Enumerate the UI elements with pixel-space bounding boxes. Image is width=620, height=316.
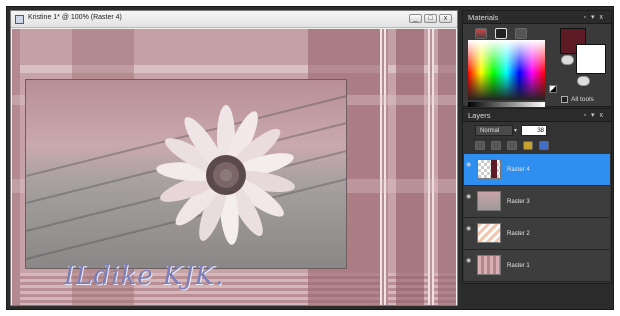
image-canvas[interactable]: ILdike KJK.	[12, 29, 456, 305]
layer-item[interactable]: ◉ Raster 1	[464, 250, 610, 282]
blend-mode-value: Normal	[480, 128, 500, 134]
plaid-band	[428, 29, 434, 305]
layer-item[interactable]: ◉ Raster 3	[464, 186, 610, 218]
reset-colors-icon[interactable]	[549, 85, 557, 93]
layer-thumbnail	[477, 255, 501, 275]
lock-icon[interactable]	[523, 141, 533, 150]
new-layer-icon[interactable]	[539, 141, 549, 150]
opacity-field[interactable]: 38	[521, 125, 547, 136]
flower-photo	[25, 79, 347, 269]
plaid-band	[396, 29, 424, 305]
eye-icon[interactable]: ◉	[466, 161, 473, 168]
eye-icon[interactable]: ◉	[466, 257, 473, 264]
eye-icon[interactable]: ◉	[466, 193, 473, 200]
rainbow-tab-icon[interactable]	[495, 28, 507, 39]
layer-name: Raster 3	[507, 199, 530, 205]
frame-tab-icon[interactable]	[475, 28, 487, 39]
image-window: Kristine 1* @ 100% (Raster 4) _ □ x ILdi…	[10, 10, 458, 306]
chevron-down-icon[interactable]: ▾	[514, 127, 517, 134]
panel-window-controls[interactable]: ▫▾x	[584, 13, 609, 21]
plaid-band	[380, 29, 388, 305]
layer-name: Raster 4	[507, 167, 530, 173]
layer-name: Raster 2	[507, 231, 530, 237]
swatches-tab-icon[interactable]	[515, 28, 527, 39]
close-button[interactable]: x	[439, 14, 452, 23]
materials-panel: Materials ▫▾x All tools	[462, 10, 612, 107]
layer-name: Raster 1	[507, 263, 530, 269]
brush-icon[interactable]	[475, 141, 485, 150]
opacity-value: 38	[537, 128, 544, 134]
texture-toggle-icon[interactable]	[577, 76, 590, 86]
layer-thumbnail	[477, 159, 501, 179]
image-window-title: Kristine 1* @ 100% (Raster 4)	[28, 14, 122, 21]
plaid-band	[438, 29, 456, 305]
maximize-button[interactable]: □	[424, 14, 437, 23]
all-tools-label: All tools	[571, 96, 594, 103]
texture-toggle-icon[interactable]	[561, 55, 574, 65]
color-spectrum[interactable]	[468, 40, 545, 100]
grayscale-strip[interactable]	[468, 102, 545, 107]
image-window-titlebar[interactable]: Kristine 1* @ 100% (Raster 4) _ □ x	[11, 11, 457, 28]
blend-mode-dropdown[interactable]: Normal	[475, 125, 513, 136]
layers-title: Layers	[468, 111, 491, 120]
materials-panel-header: Materials ▫▾x	[463, 11, 611, 24]
plaid-band	[12, 29, 20, 305]
eye-icon[interactable]: ◉	[466, 225, 473, 232]
layer-list: ◉ Raster 4 ◉ Raster 3 ◉ Raster 2 ◉ Raste…	[464, 154, 610, 284]
visibility-icon[interactable]	[491, 141, 501, 150]
all-tools-checkbox[interactable]	[561, 96, 568, 103]
layer-item[interactable]: ◉ Raster 2	[464, 218, 610, 250]
layers-panel-header: Layers ▫▾x	[463, 109, 611, 122]
layer-item[interactable]: ◉ Raster 4	[464, 154, 610, 186]
panel-window-controls[interactable]: ▫▾x	[584, 111, 609, 119]
app-frame: Kristine 1* @ 100% (Raster 4) _ □ x ILdi…	[6, 6, 614, 310]
background-color-swatch[interactable]	[576, 44, 606, 74]
layer-thumbnail	[477, 223, 501, 243]
layer-thumbnail	[477, 191, 501, 211]
signature-watermark: ILdike KJK.	[64, 261, 225, 291]
link-icon[interactable]	[507, 141, 517, 150]
minimize-button[interactable]: _	[409, 14, 422, 23]
daisy-flower-icon	[156, 105, 295, 245]
materials-title: Materials	[468, 13, 499, 22]
document-icon	[15, 15, 24, 24]
layers-panel: Layers ▫▾x Normal ▾ 38 ◉ Raster 4 ◉ Rast…	[462, 108, 612, 284]
